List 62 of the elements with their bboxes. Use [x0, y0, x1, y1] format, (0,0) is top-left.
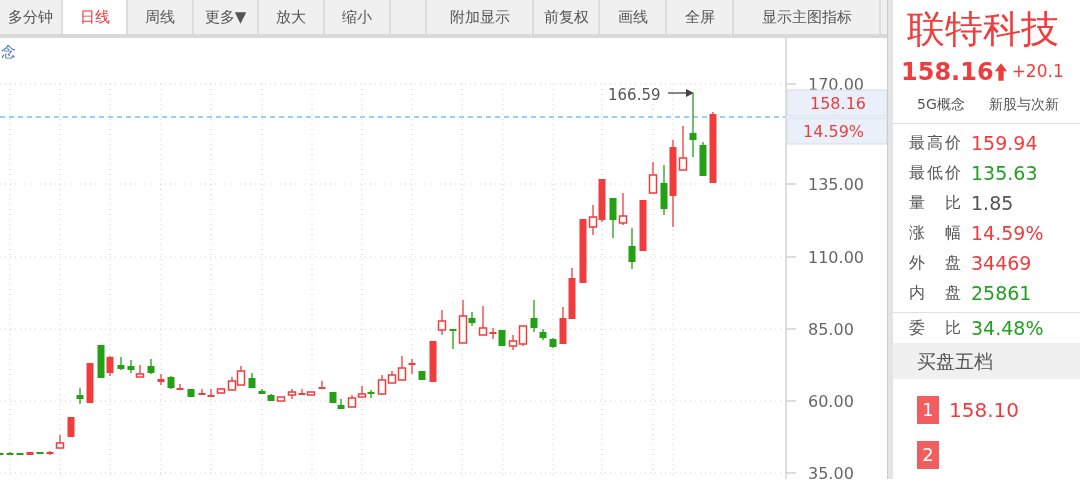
stock-name: 联特科技 [906, 6, 1060, 53]
candlestick [418, 370, 426, 381]
bid-price: 158.10 [948, 397, 1019, 424]
stat-label: 内 盘 [909, 282, 961, 304]
candlestick [0, 452, 4, 455]
concept-label: 念 [1, 43, 16, 61]
candlestick [187, 388, 195, 398]
current-price-tag: 158.16 [786, 89, 887, 117]
candlestick [618, 192, 628, 226]
candlestick [76, 387, 84, 405]
candlestick [429, 340, 437, 383]
leader-arrow [667, 89, 694, 97]
candlestick [16, 452, 24, 455]
candlestick [357, 385, 367, 398]
stat-value: 34.48% [970, 315, 1044, 341]
candlestick [67, 416, 75, 438]
stat-value: 14.59% [970, 220, 1044, 246]
stat-value: 25861 [970, 280, 1032, 306]
bid-level: 2 [917, 441, 939, 469]
high-price-annotation: 166.59 [608, 86, 661, 104]
axis-tick-label: 60.00 [808, 392, 854, 411]
stat-label: 外 盘 [909, 252, 961, 274]
change-percent-tag: 14.59% [786, 117, 887, 145]
candlestick [639, 199, 647, 252]
candlestick [508, 334, 518, 351]
price-change: +20.1 [1011, 60, 1064, 84]
candlestick [318, 380, 326, 390]
candlestick [157, 373, 165, 386]
candlestick [347, 394, 357, 408]
candlestick [26, 451, 34, 456]
toolbar-button[interactable]: 日线 [63, 0, 128, 34]
axis-tick-label: 110.00 [808, 248, 864, 267]
concept-tag[interactable]: 5G概念 [917, 94, 965, 115]
candlestick [117, 356, 125, 371]
candlestick [86, 362, 94, 404]
axis-tick-label: 135.00 [808, 175, 864, 194]
bid-level: 1 [917, 396, 939, 424]
stock-price: 158.16 [901, 57, 994, 88]
candlestick [518, 325, 528, 347]
candlestick [36, 451, 44, 455]
stat-value: 34469 [970, 250, 1032, 276]
stat-value: 135.63 [970, 160, 1038, 186]
candlestick [699, 141, 707, 177]
candlestick [147, 358, 155, 375]
candlestick [236, 365, 246, 386]
concept-tag[interactable]: 新股与次新 [988, 94, 1059, 115]
stat-label: 最低价 [909, 162, 961, 184]
candlestick [437, 309, 447, 336]
candlestick [549, 337, 557, 349]
stat-label: 涨 幅 [909, 222, 961, 244]
stat-label: 委 比 [909, 317, 961, 339]
candlestick [648, 161, 658, 194]
stat-label: 最高价 [909, 132, 961, 154]
stat-value: 1.85 [970, 190, 1014, 216]
stat-label: 量 比 [909, 192, 961, 214]
candlestick [6, 451, 14, 456]
candlestick [248, 372, 256, 389]
stat-value: 159.94 [970, 130, 1038, 156]
axis-tick-label: 35.00 [808, 464, 854, 479]
axis-tick-label: 85.00 [808, 320, 854, 339]
bid-section-header: 买盘五档 [893, 343, 1080, 379]
candlestick [135, 364, 145, 378]
